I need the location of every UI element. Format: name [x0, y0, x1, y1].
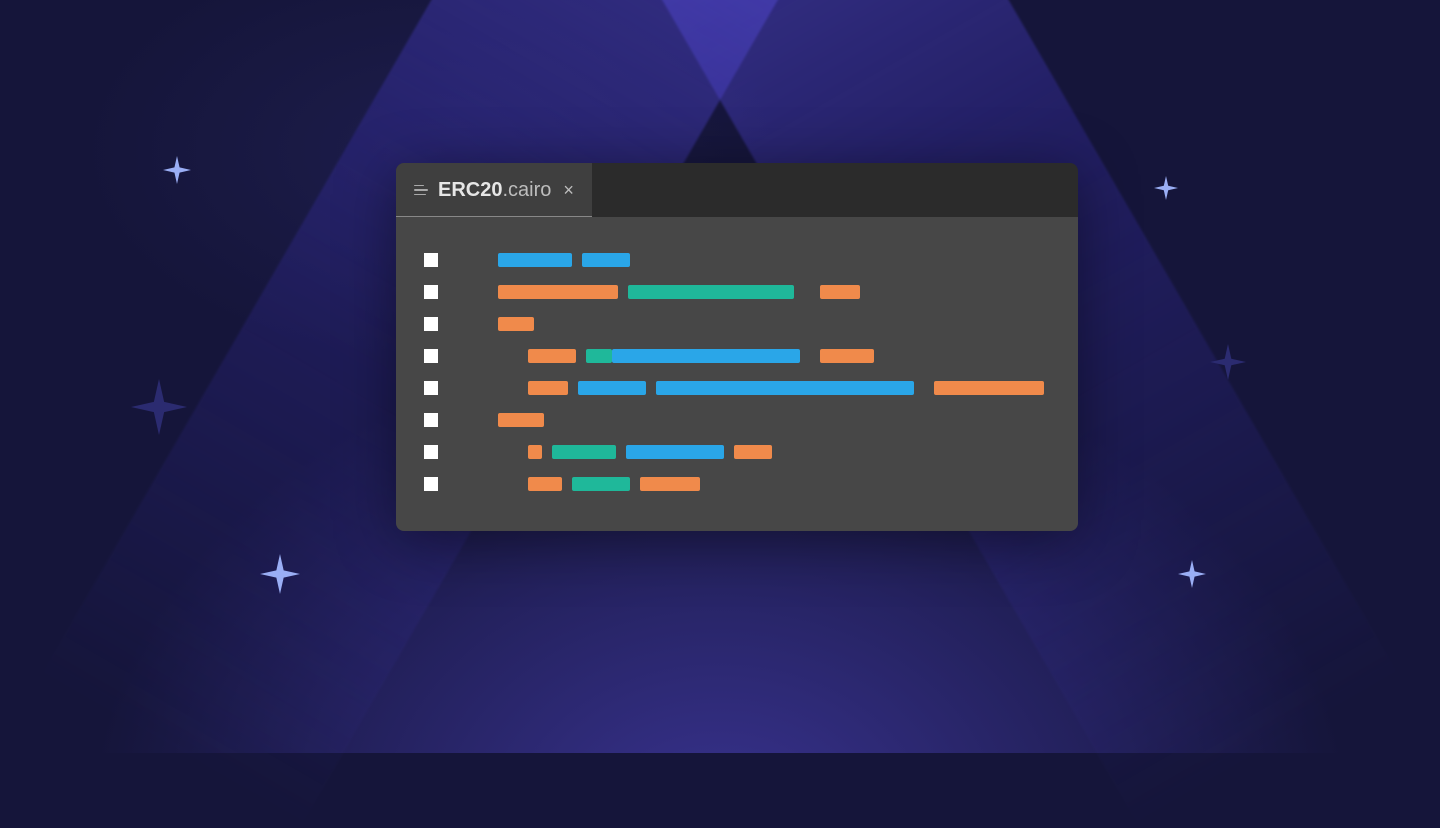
- line-gutter-marker: [424, 381, 438, 395]
- sparkle-icon: [260, 554, 300, 594]
- code-token: [626, 445, 724, 459]
- code-token: [528, 381, 568, 395]
- code-token: [640, 477, 700, 491]
- code-token: [528, 445, 542, 459]
- code-line: [424, 349, 1050, 363]
- sparkle-icon: [131, 379, 187, 435]
- code-token: [578, 381, 646, 395]
- line-gutter-marker: [424, 413, 438, 427]
- sparkle-icon: [1178, 560, 1206, 588]
- code-line: [424, 477, 1050, 491]
- file-tab-label: ERC20.cairo: [438, 179, 551, 202]
- code-token: [586, 349, 612, 363]
- code-area: [396, 217, 1078, 531]
- close-icon[interactable]: ×: [563, 180, 574, 201]
- file-tab-inactive[interactable]: [593, 163, 833, 217]
- sparkle-icon: [1210, 344, 1246, 380]
- code-line: [424, 413, 1050, 427]
- file-tab-active[interactable]: ERC20.cairo ×: [396, 163, 593, 217]
- code-token: [498, 285, 618, 299]
- code-line: [424, 253, 1050, 267]
- code-token: [934, 381, 1044, 395]
- code-token: [498, 317, 534, 331]
- line-gutter-marker: [424, 349, 438, 363]
- code-token: [498, 253, 572, 267]
- code-line: [424, 317, 1050, 331]
- sparkle-icon: [163, 156, 191, 184]
- file-name-ext: .cairo: [502, 179, 551, 201]
- code-token: [498, 413, 544, 427]
- file-name-bold: ERC20: [438, 179, 502, 201]
- code-token: [572, 477, 630, 491]
- code-token: [628, 285, 794, 299]
- code-token: [656, 381, 914, 395]
- code-token: [820, 349, 874, 363]
- code-line: [424, 285, 1050, 299]
- code-editor-window: ERC20.cairo ×: [396, 163, 1078, 531]
- line-gutter-marker: [424, 445, 438, 459]
- code-token: [528, 349, 576, 363]
- code-token: [734, 445, 772, 459]
- code-token: [528, 477, 562, 491]
- file-lines-icon: [414, 185, 430, 196]
- code-line: [424, 381, 1050, 395]
- line-gutter-marker: [424, 253, 438, 267]
- editor-tabbar: ERC20.cairo ×: [396, 163, 1078, 217]
- code-token: [820, 285, 860, 299]
- line-gutter-marker: [424, 317, 438, 331]
- code-line: [424, 445, 1050, 459]
- code-token: [612, 349, 800, 363]
- sparkle-icon: [1154, 176, 1178, 200]
- code-token: [582, 253, 630, 267]
- line-gutter-marker: [424, 477, 438, 491]
- code-token: [552, 445, 616, 459]
- line-gutter-marker: [424, 285, 438, 299]
